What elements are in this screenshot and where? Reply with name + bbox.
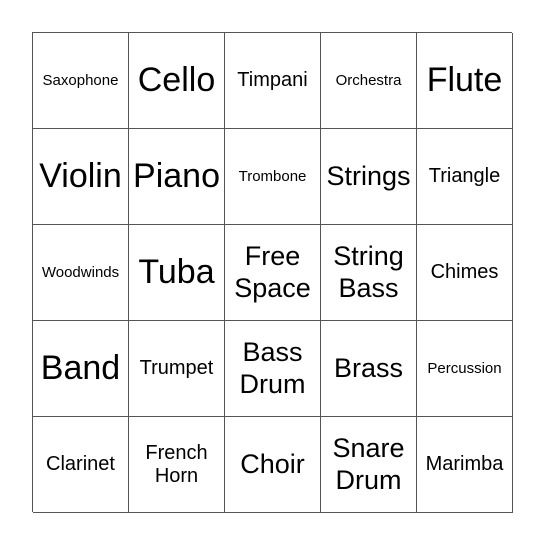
bingo-cell[interactable]: Choir	[225, 417, 321, 513]
bingo-cell-free-space[interactable]: Free Space	[225, 225, 321, 321]
bingo-cell[interactable]: Woodwinds	[33, 225, 129, 321]
bingo-cell[interactable]: Saxophone	[33, 33, 129, 129]
bingo-cell[interactable]: Strings	[321, 129, 417, 225]
bingo-cell[interactable]: Orchestra	[321, 33, 417, 129]
bingo-cell[interactable]: Triangle	[417, 129, 513, 225]
bingo-cell[interactable]: Chimes	[417, 225, 513, 321]
bingo-cell[interactable]: Clarinet	[33, 417, 129, 513]
bingo-cell[interactable]: Marimba	[417, 417, 513, 513]
bingo-cell[interactable]: Band	[33, 321, 129, 417]
bingo-cell[interactable]: Percussion	[417, 321, 513, 417]
bingo-cell[interactable]: Flute	[417, 33, 513, 129]
bingo-cell[interactable]: String Bass	[321, 225, 417, 321]
bingo-cell[interactable]: Trumpet	[129, 321, 225, 417]
bingo-cell[interactable]: Brass	[321, 321, 417, 417]
bingo-cell[interactable]: Timpani	[225, 33, 321, 129]
bingo-cell[interactable]: Piano	[129, 129, 225, 225]
bingo-cell[interactable]: Violin	[33, 129, 129, 225]
bingo-cell[interactable]: Cello	[129, 33, 225, 129]
bingo-cell[interactable]: Bass Drum	[225, 321, 321, 417]
bingo-cell[interactable]: Tuba	[129, 225, 225, 321]
bingo-cell[interactable]: Snare Drum	[321, 417, 417, 513]
bingo-cell[interactable]: French Horn	[129, 417, 225, 513]
bingo-cell[interactable]: Trombone	[225, 129, 321, 225]
bingo-card: Saxophone Cello Timpani Orchestra Flute Violi…	[32, 32, 513, 513]
